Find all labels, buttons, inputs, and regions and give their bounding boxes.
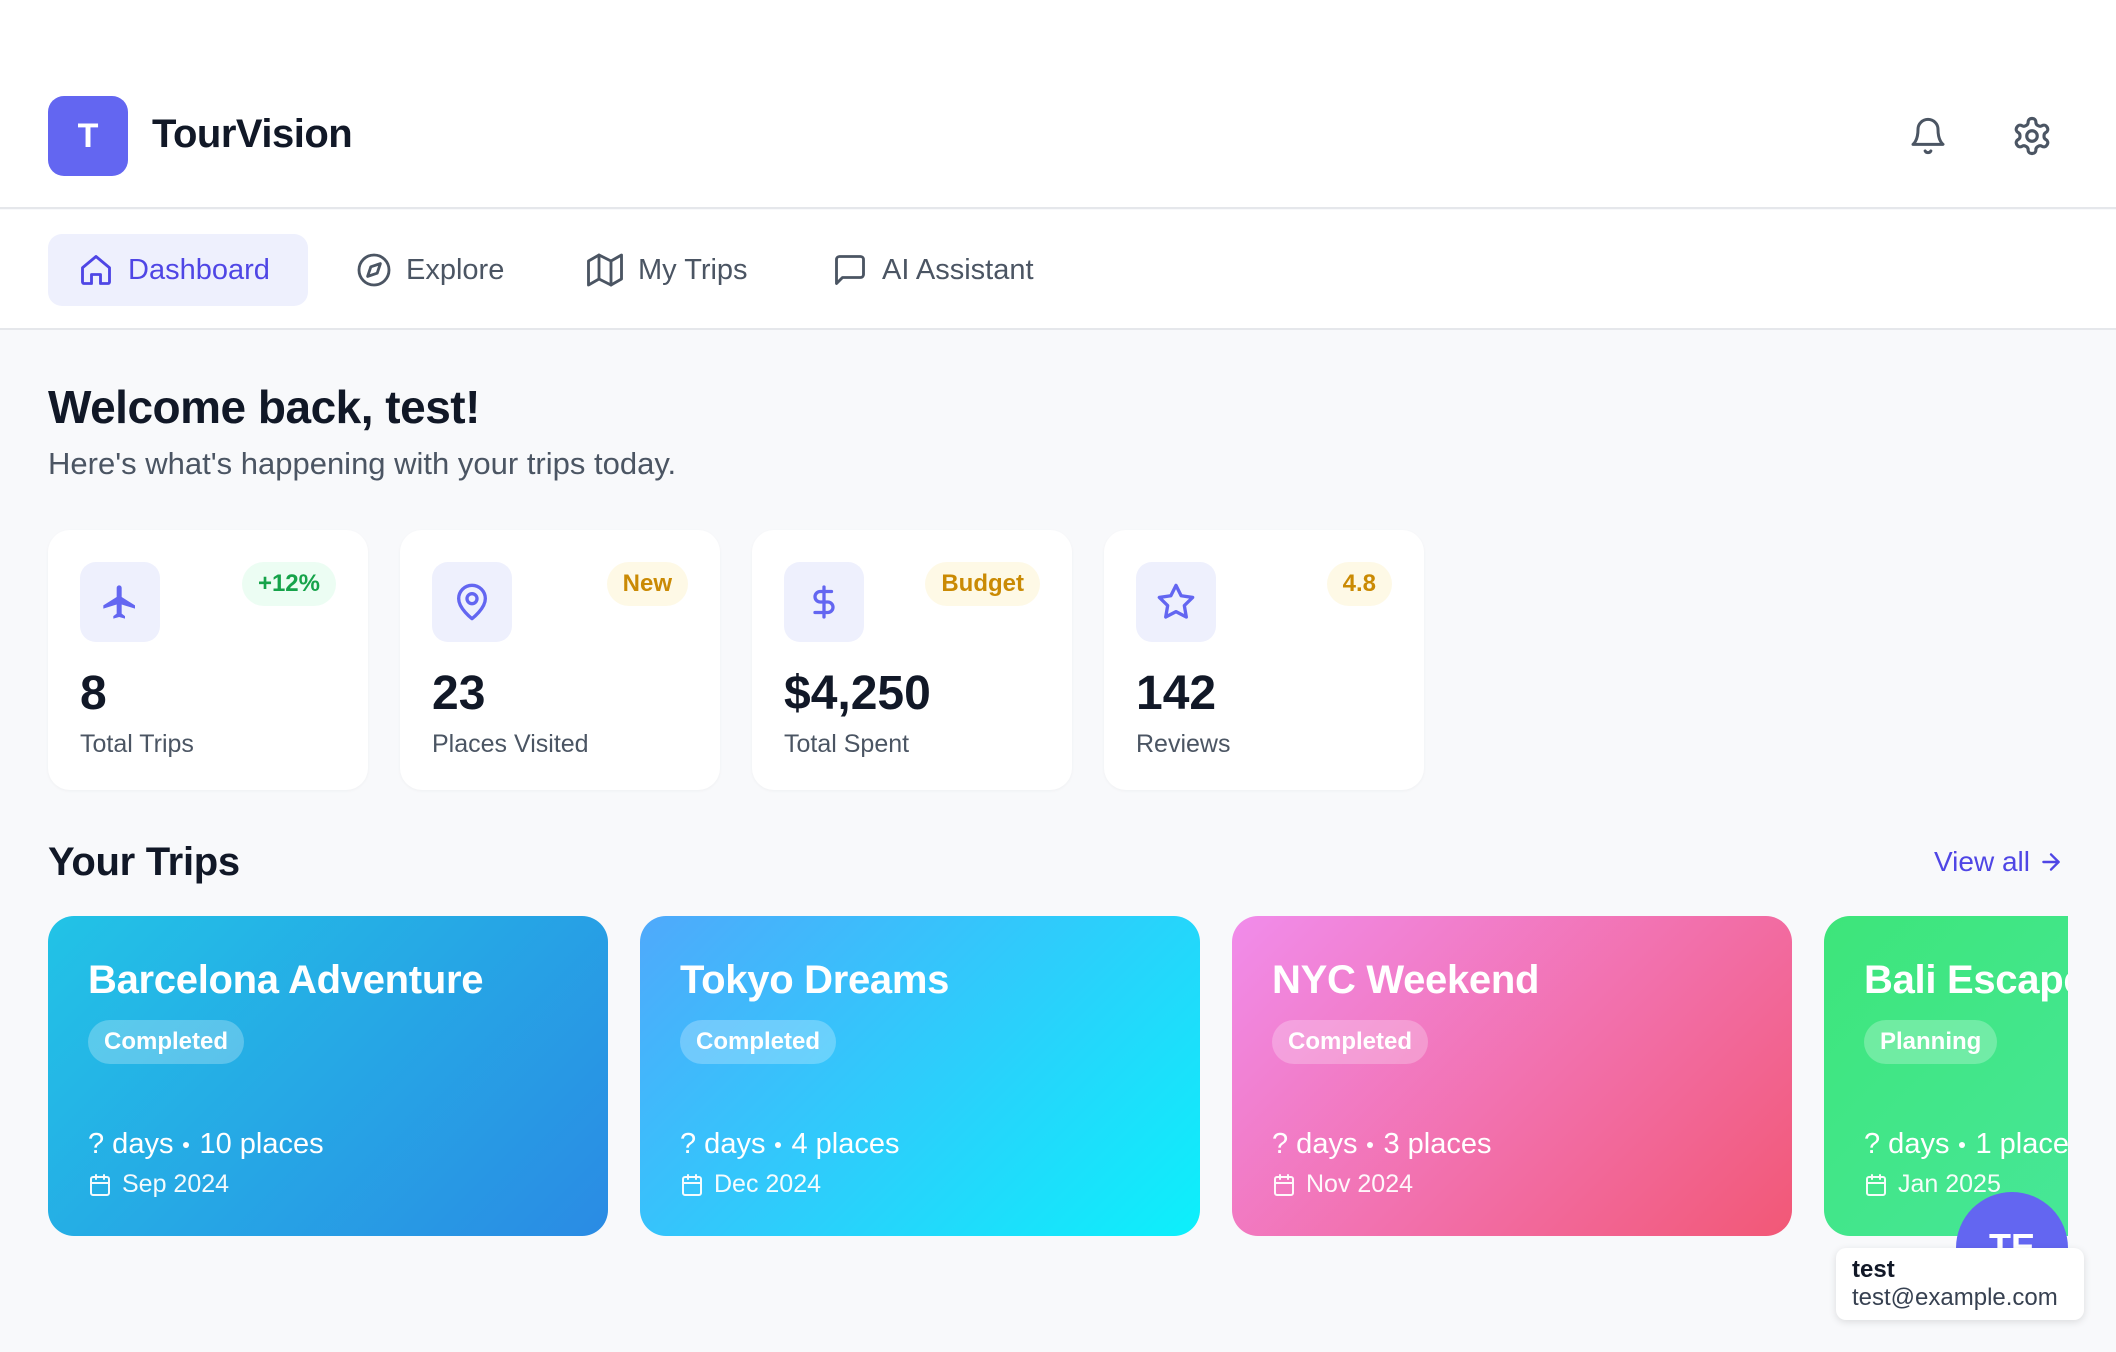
- user-name: test: [1852, 1256, 1895, 1283]
- stat-label: Total Spent: [784, 730, 910, 758]
- calendar-icon: [90, 1173, 110, 1196]
- trip-days: ? days: [1864, 1128, 1950, 1160]
- gear-icon[interactable]: [2008, 112, 2056, 160]
- trip-date: Dec 2024: [680, 1170, 821, 1199]
- stat-card-total-trips: +12% 8 Total Trips: [48, 530, 368, 790]
- stat-label: Reviews: [1136, 730, 1231, 758]
- trip-meta: ? days 3 places: [1272, 1128, 1491, 1161]
- trip-date: Sep 2024: [88, 1170, 229, 1199]
- stat-label: Total Trips: [80, 730, 194, 758]
- user-email: test@example.com: [1852, 1284, 2058, 1311]
- nav-item-label: AI Assistant: [882, 253, 1034, 286]
- trip-days: ? days: [88, 1128, 174, 1160]
- page-title: Welcome back, test!: [48, 381, 480, 433]
- nav-item-label: Dashboard: [128, 253, 270, 286]
- compass-icon: [357, 253, 391, 287]
- calendar-icon: [682, 1173, 702, 1196]
- trip-days: ? days: [680, 1128, 766, 1160]
- nav-item-my-trips[interactable]: My Trips: [586, 234, 748, 306]
- stat-badge: New: [606, 562, 688, 606]
- home-icon: [81, 255, 111, 285]
- trip-card[interactable]: Bali Escape Planning ? days 1 places Jan …: [1824, 916, 2068, 1236]
- map-icon: [587, 253, 623, 287]
- app-logo[interactable]: T: [48, 96, 128, 176]
- nav-item-label: Explore: [406, 253, 505, 286]
- trip-card[interactable]: Barcelona Adventure Completed ? days 10 p…: [48, 916, 608, 1236]
- trip-meta: ? days 10 places: [88, 1128, 324, 1161]
- stat-badge: Budget: [925, 562, 1040, 606]
- trip-places: 3 places: [1383, 1128, 1492, 1160]
- trip-days: ? days: [1272, 1128, 1358, 1160]
- trip-places: 1 places: [1975, 1128, 2068, 1160]
- calendar-icon: [1866, 1173, 1886, 1196]
- stat-card-total-spent: Budget $4,250 Total Spent: [752, 530, 1072, 790]
- nav-item-explore[interactable]: Explore: [356, 234, 504, 306]
- trip-title: Bali Escape: [1864, 958, 2068, 1002]
- stat-value: 8: [80, 667, 107, 720]
- arrow-right-icon: [2042, 853, 2060, 871]
- map-pin-icon: [432, 562, 512, 642]
- stat-value: 142: [1136, 667, 1217, 720]
- app-name: TourVision: [152, 112, 353, 156]
- trip-card[interactable]: NYC Weekend Completed ? days 3 places Nov…: [1232, 916, 1792, 1236]
- trip-title: Barcelona Adventure: [88, 958, 484, 1002]
- stat-card-places-visited: New 23 Places Visited: [400, 530, 720, 790]
- chat-icon: [835, 255, 865, 285]
- star-icon: [1136, 562, 1216, 642]
- stat-badge: +12%: [241, 562, 336, 606]
- trips-carousel[interactable]: Barcelona Adventure Completed ? days 10 p…: [48, 916, 2068, 1238]
- dollar-icon: [784, 562, 864, 642]
- status-badge: Completed: [1272, 1020, 1429, 1064]
- trip-title: NYC Weekend: [1272, 958, 1540, 1002]
- section-title: Your Trips: [48, 840, 240, 884]
- plane-icon: [80, 562, 160, 642]
- stat-value: $4,250: [784, 667, 931, 720]
- trip-date: Nov 2024: [1272, 1170, 1413, 1199]
- page-subtitle: Here's what's happening with your trips …: [48, 446, 677, 481]
- view-all-link[interactable]: View all: [1934, 846, 2064, 878]
- status-badge: Completed: [88, 1020, 245, 1064]
- nav-item-label: My Trips: [638, 253, 748, 286]
- trip-meta: ? days 4 places: [680, 1128, 899, 1161]
- nav-item-ai-assistant[interactable]: AI Assistant: [832, 234, 1034, 306]
- stat-label: Places Visited: [432, 730, 589, 758]
- nav-item-dashboard[interactable]: Dashboard: [48, 234, 308, 306]
- trip-card[interactable]: Tokyo Dreams Completed ? days 4 places De…: [640, 916, 1200, 1236]
- bell-icon[interactable]: [1904, 112, 1952, 160]
- stat-badge: 4.8: [1326, 562, 1392, 606]
- main-nav: Dashboard Explore My Trips AI Assistant: [0, 210, 2116, 330]
- view-all-label: View all: [1934, 846, 2030, 877]
- stat-value: 23: [432, 667, 486, 720]
- trip-title: Tokyo Dreams: [680, 958, 950, 1002]
- user-tooltip: test test@example.com: [1836, 1248, 2084, 1320]
- status-badge: Completed: [680, 1020, 837, 1064]
- trip-date: Jan 2025: [1864, 1170, 2001, 1199]
- trip-places: 4 places: [791, 1128, 900, 1160]
- app-header: T TourVision: [0, 0, 2116, 209]
- calendar-icon: [1274, 1173, 1294, 1196]
- stat-card-reviews: 4.8 142 Reviews: [1104, 530, 1424, 790]
- trip-meta: ? days 1 places: [1864, 1128, 2068, 1161]
- status-badge: Planning: [1864, 1020, 1998, 1064]
- trip-places: 10 places: [199, 1128, 324, 1160]
